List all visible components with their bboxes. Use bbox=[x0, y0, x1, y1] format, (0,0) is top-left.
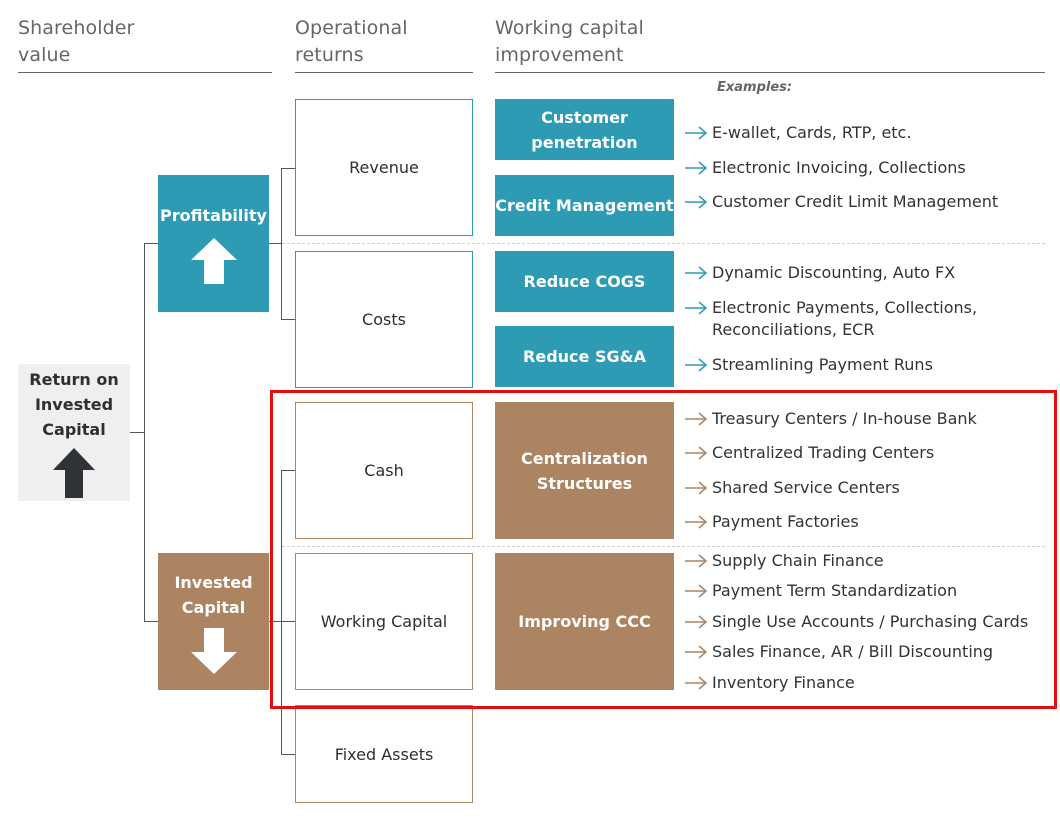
revenue-label: Revenue bbox=[349, 158, 419, 177]
example-text: E-wallet, Cards, RTP, etc. bbox=[712, 123, 912, 142]
profitability-box: Profitability bbox=[158, 175, 269, 312]
invested-capital-box: Invested Capital bbox=[158, 553, 269, 690]
highlight-frame bbox=[270, 390, 1057, 709]
invested-capital-label: Invested Capital bbox=[174, 572, 253, 617]
fixed-assets-label: Fixed Assets bbox=[334, 744, 434, 764]
revenue-box: Revenue bbox=[295, 99, 473, 236]
right-arrow-icon bbox=[684, 122, 712, 144]
right-arrow-icon bbox=[684, 262, 712, 284]
up-arrow-icon bbox=[53, 448, 95, 498]
header-underline bbox=[295, 72, 473, 73]
connector-line bbox=[130, 432, 144, 433]
customer-penetration-box: Customer penetration bbox=[495, 99, 674, 160]
header-underline bbox=[18, 72, 272, 73]
example-item: Electronic Invoicing, Collections bbox=[684, 157, 966, 179]
example-text: Electronic Payments, Collections, Reconc… bbox=[712, 298, 978, 339]
connector-line bbox=[144, 621, 158, 622]
connector-line bbox=[281, 168, 295, 169]
costs-label: Costs bbox=[362, 310, 406, 329]
roic-box: Return on Invested Capital bbox=[18, 364, 130, 501]
right-arrow-icon bbox=[684, 297, 712, 319]
reduce-cogs-label: Reduce COGS bbox=[523, 272, 646, 291]
credit-management-label: Credit Management bbox=[495, 196, 674, 215]
example-text: Electronic Invoicing, Collections bbox=[712, 158, 966, 177]
right-arrow-icon bbox=[684, 354, 712, 376]
reduce-cogs-box: Reduce COGS bbox=[495, 251, 674, 312]
example-item: Electronic Payments, Collections, Reconc… bbox=[684, 297, 977, 341]
header-operational-returns: Operational returns bbox=[295, 17, 408, 66]
example-item: Customer Credit Limit Management bbox=[684, 191, 998, 213]
connector-line bbox=[281, 754, 295, 755]
fixed-assets-box: Fixed Assets bbox=[295, 705, 473, 803]
down-arrow-icon bbox=[190, 627, 237, 674]
connector-line bbox=[144, 243, 158, 244]
header-working-capital-improvement: Working capital improvement bbox=[495, 17, 644, 66]
credit-management-box: Credit Management bbox=[495, 175, 674, 236]
connector-line bbox=[269, 243, 281, 244]
section-divider bbox=[282, 243, 1045, 244]
connector-line bbox=[281, 319, 295, 320]
connector-line bbox=[144, 243, 145, 621]
example-item: E-wallet, Cards, RTP, etc. bbox=[684, 122, 911, 144]
example-text: Customer Credit Limit Management bbox=[712, 192, 999, 211]
connector-line bbox=[281, 168, 282, 320]
right-arrow-icon bbox=[684, 191, 712, 213]
header-shareholder-value: Shareholder value bbox=[18, 17, 135, 66]
reduce-sga-box: Reduce SG&A bbox=[495, 326, 674, 387]
example-text: Streamlining Payment Runs bbox=[712, 355, 933, 374]
roic-label: Return on Invested Capital bbox=[29, 370, 119, 439]
costs-box: Costs bbox=[295, 251, 473, 388]
reduce-sga-label: Reduce SG&A bbox=[523, 347, 646, 366]
profitability-label: Profitability bbox=[160, 206, 267, 225]
right-arrow-icon bbox=[684, 157, 712, 179]
customer-penetration-label: Customer penetration bbox=[531, 107, 638, 152]
examples-label: Examples: bbox=[717, 80, 793, 95]
up-arrow-icon bbox=[190, 238, 237, 284]
example-item: Streamlining Payment Runs bbox=[684, 354, 933, 376]
header-underline bbox=[495, 72, 1045, 73]
example-text: Dynamic Discounting, Auto FX bbox=[712, 263, 956, 282]
example-item: Dynamic Discounting, Auto FX bbox=[684, 262, 955, 284]
